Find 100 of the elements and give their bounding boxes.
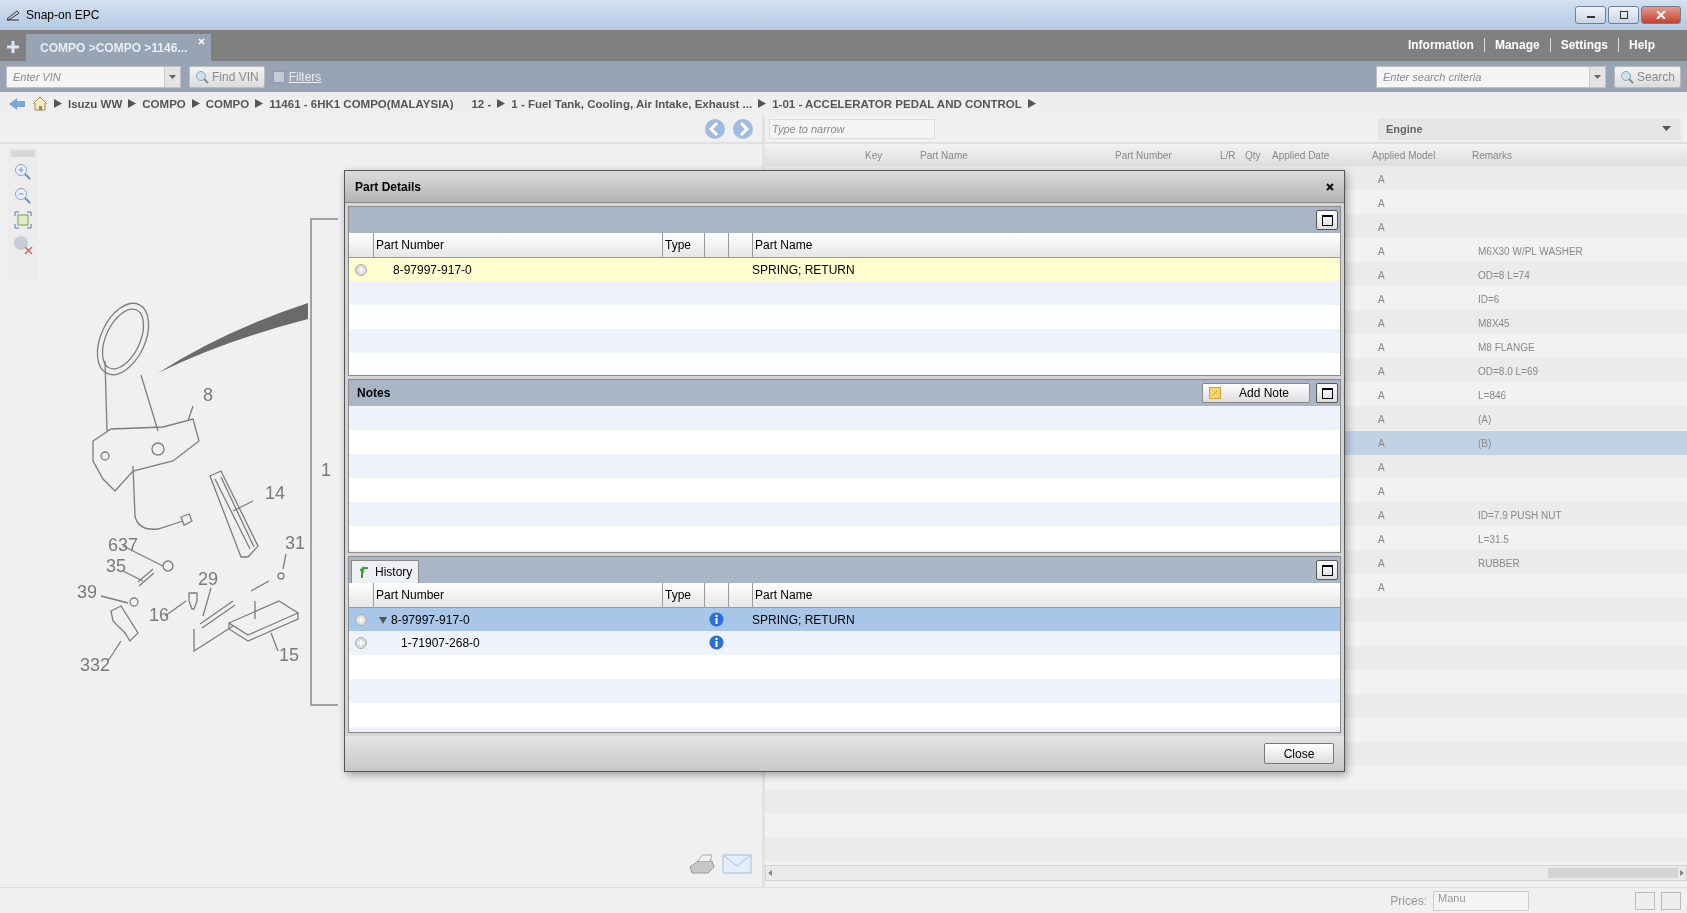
column-header[interactable]: Part Number bbox=[373, 583, 662, 607]
add-icon[interactable] bbox=[355, 636, 367, 649]
add-note-button[interactable]: Add Note bbox=[1202, 383, 1310, 403]
caret-icon bbox=[1662, 126, 1671, 131]
column-header[interactable]: Type bbox=[662, 233, 704, 257]
callout-number: 8 bbox=[203, 385, 213, 405]
menu-link[interactable]: Manage bbox=[1494, 38, 1540, 52]
breadcrumb-link[interactable]: 11461 - 6HK1 COMPO(MALAYSIA) bbox=[269, 97, 454, 110]
column-header[interactable]: Type bbox=[662, 583, 704, 607]
column-header[interactable]: Applied Date bbox=[1272, 149, 1372, 161]
filters-link[interactable]: Filters bbox=[288, 69, 322, 84]
table-cell-text: A bbox=[1377, 341, 1386, 353]
zoom-out-icon[interactable] bbox=[14, 187, 32, 205]
column-header[interactable]: Key bbox=[865, 149, 920, 161]
printer-icon[interactable] bbox=[688, 853, 716, 875]
table-cell-text: A bbox=[1377, 461, 1386, 473]
group-dropdown[interactable]: Engine bbox=[1378, 117, 1681, 140]
expanded-arrow-icon[interactable] bbox=[379, 615, 387, 624]
breadcrumb-link[interactable]: Isuzu WW bbox=[68, 97, 123, 110]
menu-link[interactable]: Help bbox=[1629, 38, 1655, 52]
plus-icon[interactable] bbox=[6, 40, 20, 54]
table-cell-text: OD=8 L=74 bbox=[1477, 269, 1531, 281]
table-cell-text: A bbox=[1377, 317, 1386, 329]
find-vin-button[interactable]: Find VIN bbox=[189, 65, 265, 88]
close-button[interactable] bbox=[1641, 6, 1681, 24]
breadcrumb-link[interactable]: 1 - Fuel Tank, Cooling, Air Intake, Exhaust ... bbox=[511, 97, 753, 110]
envelope-icon[interactable] bbox=[722, 853, 752, 875]
breadcrumb-link[interactable]: COMPO bbox=[142, 97, 186, 110]
column-header[interactable]: L/R bbox=[1220, 149, 1245, 161]
horizontal-scrollbar[interactable] bbox=[765, 865, 1687, 881]
table-cell-text: A bbox=[1377, 245, 1386, 257]
table-row[interactable]: 1-71907-268-0 bbox=[349, 631, 1340, 654]
callout-number: 39 bbox=[77, 582, 98, 602]
menu-link[interactable]: Information bbox=[1407, 38, 1474, 52]
restore-button[interactable] bbox=[1635, 891, 1655, 910]
breadcrumb-link[interactable]: COMPO bbox=[205, 97, 250, 110]
column-header[interactable]: Remarks bbox=[1472, 149, 1687, 161]
maximize-button[interactable] bbox=[1316, 210, 1338, 230]
fit-icon[interactable] bbox=[14, 211, 32, 229]
maximize-button[interactable] bbox=[1316, 383, 1338, 403]
scroll-right-icon[interactable] bbox=[1678, 869, 1686, 877]
info-icon[interactable] bbox=[708, 612, 724, 627]
maximize-button[interactable] bbox=[1608, 6, 1639, 24]
zoom-in-icon[interactable] bbox=[14, 163, 32, 181]
search-field[interactable]: Enter search criteria bbox=[1376, 66, 1589, 87]
narrow-field[interactable]: Type to narrow bbox=[769, 118, 935, 139]
add-icon[interactable] bbox=[355, 613, 367, 626]
column-header[interactable]: Qty bbox=[1245, 149, 1272, 161]
back-arrow-icon[interactable] bbox=[8, 96, 26, 111]
table-cell-text: OD=8.0 L=69 bbox=[1477, 365, 1540, 377]
table-cell-text: A bbox=[1377, 173, 1386, 185]
table-cell-text: L=31.5 bbox=[1477, 533, 1510, 545]
callout-number: 31 bbox=[285, 533, 306, 553]
dialog-title: Part Details bbox=[355, 179, 422, 194]
table-cell-text: (A) bbox=[1477, 413, 1493, 425]
dropdown-button[interactable] bbox=[1588, 66, 1605, 87]
table-cell-text: A bbox=[1377, 509, 1386, 521]
filters-checkbox[interactable] bbox=[272, 70, 285, 83]
vin-combobox[interactable]: Enter VIN bbox=[6, 65, 181, 88]
search-button[interactable]: Search bbox=[1613, 65, 1681, 88]
column-header[interactable]: Part Name bbox=[920, 149, 1115, 161]
callout-number: 29 bbox=[198, 569, 219, 589]
column-header[interactable]: Applied Model bbox=[1372, 149, 1472, 161]
search-combobox[interactable]: Enter search criteria bbox=[1375, 65, 1606, 88]
breadcrumb-link[interactable]: 12 - bbox=[471, 97, 492, 110]
column-header[interactable]: Part Number bbox=[1115, 149, 1220, 161]
info-icon[interactable] bbox=[708, 635, 724, 650]
column-header[interactable]: Part Name bbox=[752, 583, 1340, 607]
menu-link[interactable]: Settings bbox=[1560, 38, 1608, 52]
close-button[interactable]: Close bbox=[1264, 743, 1334, 764]
table-cell-text: A bbox=[1377, 437, 1386, 449]
close-icon[interactable] bbox=[1326, 182, 1334, 191]
prices-label: Prices: bbox=[1390, 893, 1427, 908]
maximize-button[interactable] bbox=[1316, 560, 1338, 580]
prices-dropdown[interactable]: Manu bbox=[1433, 890, 1529, 911]
table-cell-text: SPRING; RETURN bbox=[752, 612, 856, 627]
table-cell-text: RUBBER bbox=[1477, 557, 1521, 569]
table-row[interactable]: 8-97997-917-0 SPRING; RETURN bbox=[349, 258, 1340, 281]
history-tab[interactable]: History bbox=[351, 560, 420, 583]
column-header[interactable]: Part Name bbox=[752, 233, 1340, 257]
table-cell-text: (B) bbox=[1477, 437, 1493, 449]
table-cell-text: M8 FLANGE bbox=[1477, 341, 1536, 353]
home-icon[interactable] bbox=[32, 96, 48, 111]
minimize-button[interactable] bbox=[1575, 6, 1606, 24]
scroll-left-icon[interactable] bbox=[766, 869, 774, 877]
breadcrumb-link[interactable]: 1-01 - ACCELERATOR PEDAL AND CONTROL bbox=[772, 97, 1022, 110]
table-cell-text: A bbox=[1377, 365, 1386, 377]
table-cell-text: A bbox=[1377, 413, 1386, 425]
search-icon bbox=[1619, 69, 1634, 84]
column-header[interactable]: Part Number bbox=[373, 233, 662, 257]
add-icon[interactable] bbox=[355, 263, 367, 276]
clear-icon[interactable] bbox=[13, 235, 33, 255]
callout-number: 15 bbox=[279, 645, 300, 665]
arrow-icon bbox=[1027, 99, 1036, 108]
table-cell-text: 8-97997-917-0 bbox=[392, 262, 473, 277]
callout-number: 16 bbox=[149, 605, 170, 625]
tab[interactable]: COMPO >COMPO >1146... bbox=[26, 34, 212, 61]
vin-field[interactable]: Enter VIN bbox=[7, 66, 164, 87]
dropdown-button[interactable] bbox=[164, 66, 180, 87]
table-row[interactable]: 8-97997-917-0 SPRING; RETURN bbox=[349, 608, 1340, 631]
